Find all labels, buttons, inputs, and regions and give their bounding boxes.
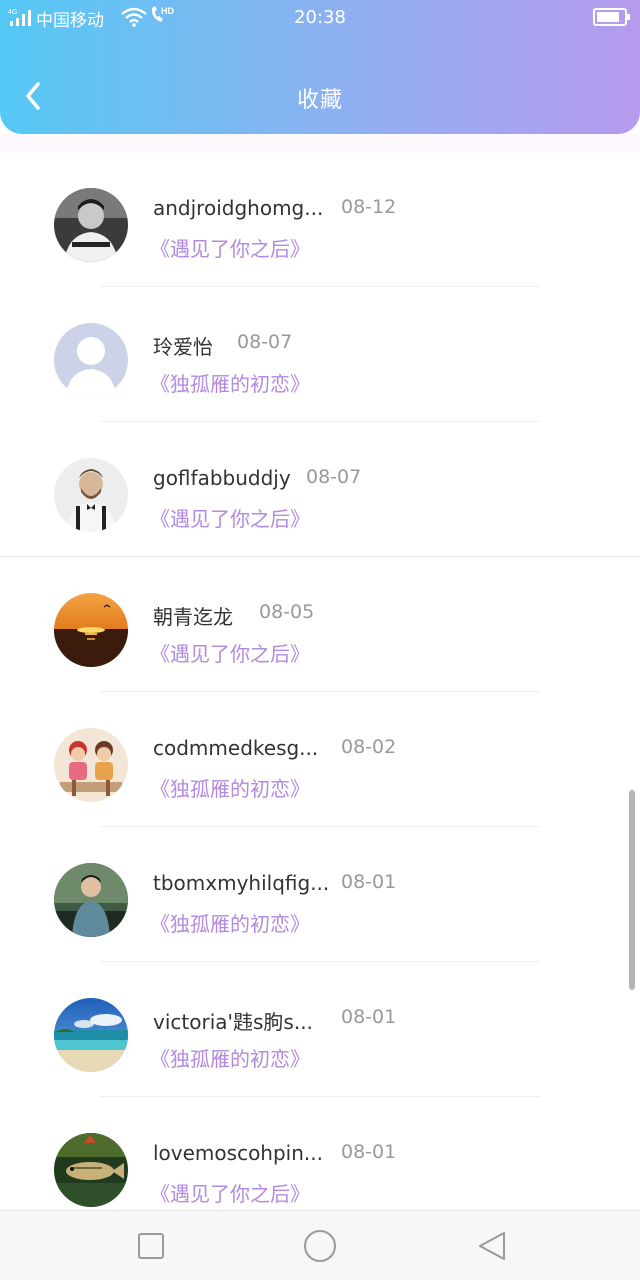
favorite-date: 08-01 [341,871,397,893]
avatar-sunset-sea-image [54,593,128,667]
user-name: andjroidghomg... [153,196,324,220]
list-item[interactable]: andjroidghomg... 08-12 《遇见了你之后》 [0,152,640,287]
status-time: 20:38 [294,7,346,28]
recent-apps-button[interactable] [133,1228,169,1264]
user-name: 玲爱怡 [153,335,213,359]
list-item[interactable]: 朝青迄龙 08-05 《遇见了你之后》 [0,557,640,692]
system-back-button[interactable] [474,1228,510,1264]
user-name: goflfabbuddjy [153,466,291,490]
user-name: victoria'韪s朐s... [153,1010,313,1034]
favorites-list: andjroidghomg... 08-12 《遇见了你之后》 玲爱怡 08-0… [0,152,640,1232]
list-item[interactable]: victoria'韪s朐s... 08-01 《独孤雁的初恋》 [0,962,640,1097]
avatar[interactable] [54,593,128,667]
list-item[interactable]: goflfabbuddjy 08-07 《遇见了你之后》 [0,422,640,557]
favorite-date: 08-01 [341,1006,397,1028]
recent-apps-icon [138,1233,164,1259]
favorites-page: 4G 中国移动 HD 20:38 收藏 andjroidghomg... 08-… [0,0,640,1280]
work-title-link[interactable]: 《遇见了你之后》 [150,503,310,532]
work-title-link[interactable]: 《遇见了你之后》 [150,638,310,667]
favorite-date: 08-01 [341,1141,397,1163]
system-nav-bar [0,1210,640,1280]
list-item[interactable]: codmmedkesg... 08-02 《独孤雁的初恋》 [0,692,640,827]
scrollbar[interactable] [629,790,635,990]
page-title: 收藏 [296,88,343,113]
user-name: codmmedkesg... [153,736,319,760]
avatar[interactable] [54,458,128,532]
avatar-kids-photo-image [54,728,128,802]
avatar-bw-portrait-image [54,188,128,262]
header-divider-strip [0,134,640,152]
home-button[interactable] [302,1228,338,1264]
avatar-bearded-man-image [54,458,128,532]
back-triangle-icon [479,1232,505,1260]
avatar[interactable] [54,323,128,397]
work-title-link[interactable]: 《独孤雁的初恋》 [150,1043,310,1072]
home-icon [304,1230,336,1262]
avatar[interactable] [54,1133,128,1207]
avatar[interactable] [54,998,128,1072]
app-bar: 收藏 [0,58,640,134]
work-title-link[interactable]: 《遇见了你之后》 [150,1178,310,1207]
avatar-young-man-image [54,863,128,937]
list-item[interactable]: 玲爱怡 08-07 《独孤雁的初恋》 [0,287,640,422]
work-title-link[interactable]: 《独孤雁的初恋》 [150,368,310,397]
favorite-date: 08-05 [259,601,315,623]
status-bar: 4G 中国移动 HD 20:38 [0,0,640,36]
favorite-date: 08-07 [237,331,293,353]
work-title-link[interactable]: 《独孤雁的初恋》 [150,908,310,937]
avatar[interactable] [54,188,128,262]
user-name: 朝青迄龙 [153,605,233,629]
favorite-date: 08-02 [341,736,397,758]
user-name: tbomxmyhilqfig... [153,871,330,895]
list-item[interactable]: tbomxmyhilqfig... 08-01 《独孤雁的初恋》 [0,827,640,962]
favorite-date: 08-12 [341,196,397,218]
default-avatar-icon [54,323,128,397]
work-title-link[interactable]: 《遇见了你之后》 [150,233,310,262]
favorite-date: 08-07 [306,466,362,488]
app-header: 4G 中国移动 HD 20:38 收藏 [0,0,640,134]
work-title-link[interactable]: 《独孤雁的初恋》 [150,773,310,802]
avatar[interactable] [54,728,128,802]
battery-icon [593,8,630,26]
avatar-fish-image [54,1133,128,1207]
avatar-beach-image [54,998,128,1072]
avatar[interactable] [54,863,128,937]
user-name: lovemoscohpin... [153,1141,323,1165]
